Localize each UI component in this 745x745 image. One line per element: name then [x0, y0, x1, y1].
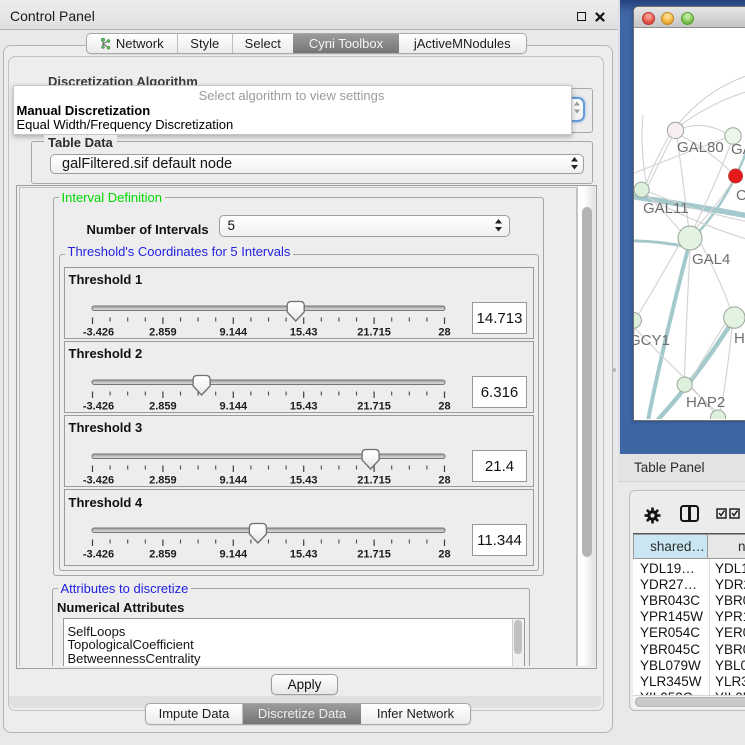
svg-text:9.144: 9.144: [219, 326, 247, 338]
svg-text:9.144: 9.144: [219, 549, 247, 561]
svg-text:21.715: 21.715: [357, 474, 391, 486]
svg-text:9.144: 9.144: [219, 400, 247, 412]
svg-text:GAL11: GAL11: [643, 200, 689, 217]
svg-text:GAL80: GAL80: [677, 139, 724, 156]
svg-text:GAL4: GAL4: [692, 251, 730, 268]
svg-text:CR: CR: [736, 187, 745, 204]
svg-text:15.43: 15.43: [289, 326, 317, 338]
svg-text:-3.426: -3.426: [82, 474, 113, 486]
svg-text:28: 28: [438, 549, 450, 561]
svg-text:21.715: 21.715: [357, 400, 391, 412]
svg-text:HAP2: HAP2: [686, 394, 725, 411]
svg-text:28: 28: [438, 474, 450, 486]
svg-text:15.43: 15.43: [289, 549, 317, 561]
svg-text:2.859: 2.859: [149, 400, 177, 412]
svg-text:28: 28: [438, 400, 450, 412]
svg-text:GA: GA: [731, 141, 745, 158]
svg-text:GCY1: GCY1: [634, 332, 670, 349]
svg-text:21.715: 21.715: [357, 549, 391, 561]
svg-text:15.43: 15.43: [289, 400, 317, 412]
svg-text:2.859: 2.859: [149, 474, 177, 486]
svg-text:HI: HI: [734, 330, 745, 347]
svg-text:-3.426: -3.426: [82, 549, 113, 561]
svg-text:2.859: 2.859: [149, 549, 177, 561]
svg-text:21.715: 21.715: [357, 326, 391, 338]
svg-text:-3.426: -3.426: [82, 400, 113, 412]
svg-text:2.859: 2.859: [149, 326, 177, 338]
svg-text:28: 28: [438, 326, 450, 338]
svg-text:9.144: 9.144: [219, 474, 247, 486]
svg-text:15.43: 15.43: [289, 474, 317, 486]
svg-text:-3.426: -3.426: [82, 326, 113, 338]
